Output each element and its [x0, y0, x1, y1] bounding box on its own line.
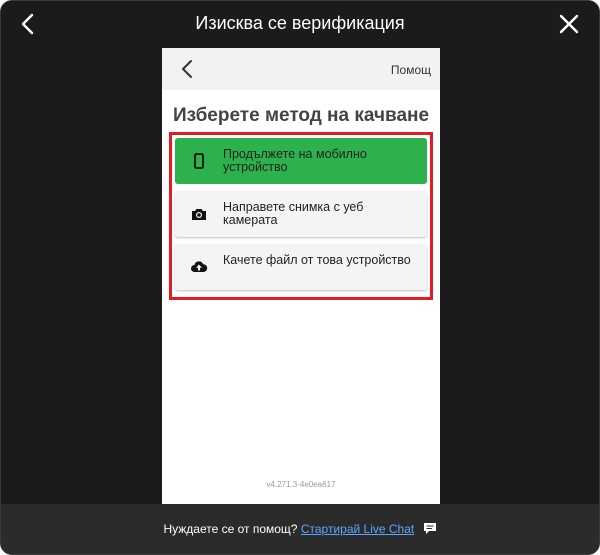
option-label: Направете снимка с уеб камерата — [223, 200, 364, 227]
option-label: Качете файл от това устройство — [223, 253, 411, 267]
version-label: v4.271.3-4e0ea617 — [266, 480, 336, 489]
close-icon[interactable] — [559, 14, 579, 34]
verification-frame: Помощ Изберете метод на качване Продълже… — [162, 48, 440, 504]
chat-icon[interactable] — [423, 522, 437, 535]
page-title: Изберете метод на качване — [172, 105, 430, 126]
frame-header: Помощ — [162, 48, 440, 90]
help-link[interactable]: Помощ — [391, 63, 431, 77]
camera-icon — [192, 209, 206, 220]
start-live-chat-link[interactable]: Стартирай Live Chat — [301, 522, 414, 536]
help-footer-text: Нуждаете се от помощ? Стартирай Live Cha… — [1, 522, 599, 536]
help-question: Нуждаете се от помощ? — [163, 522, 298, 536]
verification-modal: Изисква се верификация Помощ Изберете ме… — [0, 0, 600, 555]
take-webcam-photo-button[interactable]: Направете снимка с уеб камерата — [175, 191, 427, 237]
modal-title: Изисква се верификация — [195, 13, 405, 33]
help-footer: Нуждаете се от помощ? Стартирай Live Cha… — [1, 504, 599, 554]
upload-file-button[interactable]: Качете файл от това устройство — [175, 244, 427, 290]
option-label: Продължете на мобилно устройство — [223, 147, 367, 174]
continue-on-mobile-button[interactable]: Продължете на мобилно устройство — [175, 138, 427, 184]
frame-back-icon[interactable] — [180, 59, 194, 79]
modal-header: Изисква се верификация — [1, 1, 599, 48]
phone-icon — [194, 153, 204, 169]
upload-cloud-icon — [191, 261, 208, 272]
